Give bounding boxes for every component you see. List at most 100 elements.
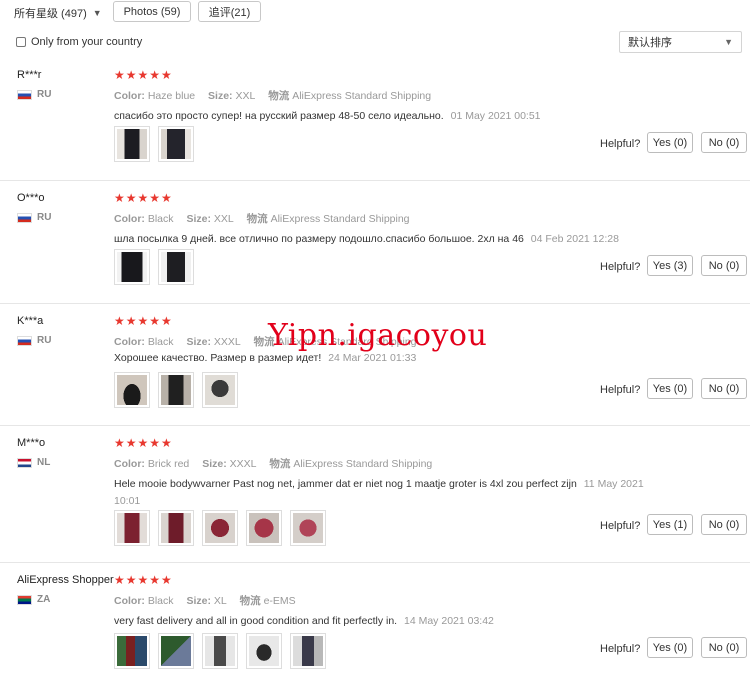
reviewer-country: NL — [17, 457, 50, 468]
country-checkbox[interactable] — [16, 37, 26, 47]
review-photos — [114, 372, 238, 408]
review-photo[interactable] — [202, 372, 238, 408]
review-photo[interactable] — [290, 510, 326, 546]
sort-label: 默认排序 — [628, 37, 672, 49]
review-photo[interactable] — [114, 126, 150, 162]
review-photo[interactable] — [114, 510, 150, 546]
review-photo[interactable] — [158, 510, 194, 546]
review-photo[interactable] — [246, 633, 282, 669]
photos-filter-button[interactable]: Photos (59) — [113, 1, 191, 22]
review-attributes: Color: Black Size: XL 物流 e-EMS — [114, 593, 306, 608]
review-date: 04 Feb 2021 12:28 — [530, 233, 619, 245]
helpful-no-button[interactable]: No (0) — [701, 514, 747, 535]
size-value: XXXL — [229, 458, 257, 470]
flag-za-icon — [17, 594, 32, 605]
country-filter-label: Only from your country — [31, 36, 143, 48]
shipping-label: 物流 — [239, 595, 261, 607]
sort-dropdown[interactable]: 默认排序 ▼ — [619, 31, 742, 53]
star-rating: ★★★★★ — [114, 191, 173, 205]
reviewer-name: M***o — [17, 437, 46, 449]
flag-ru-icon — [17, 89, 32, 100]
review-photo[interactable] — [158, 372, 194, 408]
color-value: Brick red — [147, 458, 190, 470]
review-item: AliExpress Shopper ZA ★★★★★ Color: Black… — [0, 563, 750, 674]
star-rating: ★★★★★ — [114, 436, 173, 450]
country-code: RU — [37, 212, 52, 223]
country-code: RU — [37, 335, 52, 346]
review-date: 24 Mar 2021 01:33 — [328, 352, 417, 364]
reviewer-name: AliExpress Shopper — [17, 574, 114, 586]
flag-ru-icon — [17, 335, 32, 346]
review-item: M***o NL ★★★★★ Color: Brick red Size: XX… — [0, 426, 750, 563]
reviewer-name: K***a — [17, 315, 44, 327]
reviewer-name: O***o — [17, 192, 45, 204]
chevron-down-icon: ▼ — [724, 37, 733, 47]
review-photo[interactable] — [202, 510, 238, 546]
helpful-yes-button[interactable]: Yes (0) — [647, 637, 693, 658]
rating-filter-label: 所有星级 (497) — [14, 8, 87, 20]
country-code: NL — [37, 457, 51, 468]
review-item: R***r RU ★★★★★ Color: Haze blue Size: XX… — [0, 58, 750, 181]
size-value: XXL — [213, 213, 234, 225]
review-photo[interactable] — [158, 633, 194, 669]
shipping-label: 物流 — [269, 458, 291, 470]
review-body: Хорошее качество. Размер в размер идет! — [114, 352, 322, 364]
shipping-value: AliExpress Standard Shipping — [270, 213, 410, 225]
shipping-value: AliExpress Standard Shipping — [293, 458, 433, 470]
review-date: 01 May 2021 00:51 — [450, 110, 541, 122]
size-label: Size: — [202, 458, 227, 470]
helpful-no-button[interactable]: No (0) — [701, 378, 747, 399]
helpful-no-button[interactable]: No (0) — [701, 637, 747, 658]
review-photo[interactable] — [202, 633, 238, 669]
review-photo[interactable] — [114, 249, 150, 285]
color-value: Black — [147, 595, 174, 607]
chevron-down-icon: ▼ — [92, 8, 102, 18]
helpful-yes-button[interactable]: Yes (1) — [647, 514, 693, 535]
review-photo[interactable] — [290, 633, 326, 669]
helpful-yes-button[interactable]: Yes (3) — [647, 255, 693, 276]
color-label: Color: — [114, 213, 145, 225]
color-value: Haze blue — [147, 90, 196, 102]
review-body: very fast delivery and all in good condi… — [114, 615, 398, 627]
star-rating: ★★★★★ — [114, 573, 173, 587]
color-value: Black — [147, 213, 174, 225]
flag-ru-icon — [17, 212, 32, 223]
review-photo[interactable] — [114, 633, 150, 669]
helpful-no-button[interactable]: No (0) — [701, 255, 747, 276]
review-attributes: Color: Haze blue Size: XXL 物流 AliExpress… — [114, 88, 441, 103]
country-filter[interactable]: Only from your country — [16, 36, 142, 48]
color-label: Color: — [114, 458, 145, 470]
shipping-value: AliExpress Standard Shipping — [292, 90, 432, 102]
flag-nl-icon — [17, 457, 32, 468]
shipping-label: 物流 — [268, 90, 290, 102]
color-label: Color: — [114, 595, 145, 607]
watermark-text: Yipn.igacoyou — [268, 318, 488, 353]
size-label: Size: — [186, 595, 211, 607]
size-label: Size: — [186, 336, 211, 348]
rating-filter-dropdown[interactable]: 所有星级 (497) ▼ — [14, 4, 102, 22]
review-photo[interactable] — [158, 126, 194, 162]
review-photo[interactable] — [114, 372, 150, 408]
review-photos — [114, 249, 194, 285]
helpful-label: Helpful? — [600, 138, 641, 150]
helpful-label: Helpful? — [600, 520, 641, 532]
helpful-yes-button[interactable]: Yes (0) — [647, 132, 693, 153]
review-text: Hele mooie bodywvarner Past nog net, jam… — [114, 476, 664, 510]
reviewer-country: RU — [17, 89, 51, 100]
star-rating: ★★★★★ — [114, 68, 173, 82]
review-body: спасибо это просто супер! на русский раз… — [114, 110, 444, 122]
color-label: Color: — [114, 336, 145, 348]
review-item: O***o RU ★★★★★ Color: Black Size: XXL 物流… — [0, 181, 750, 304]
reviewer-country: RU — [17, 335, 51, 346]
helpful-yes-button[interactable]: Yes (0) — [647, 378, 693, 399]
star-rating: ★★★★★ — [114, 314, 173, 328]
review-photo[interactable] — [158, 249, 194, 285]
followup-filter-button[interactable]: 追评(21) — [198, 1, 261, 22]
color-value: Black — [147, 336, 174, 348]
review-date: 14 May 2021 03:42 — [404, 615, 494, 627]
helpful-no-button[interactable]: No (0) — [701, 132, 747, 153]
review-photos — [114, 633, 326, 669]
size-value: XXXL — [213, 336, 241, 348]
helpful-label: Helpful? — [600, 643, 641, 655]
review-photo[interactable] — [246, 510, 282, 546]
